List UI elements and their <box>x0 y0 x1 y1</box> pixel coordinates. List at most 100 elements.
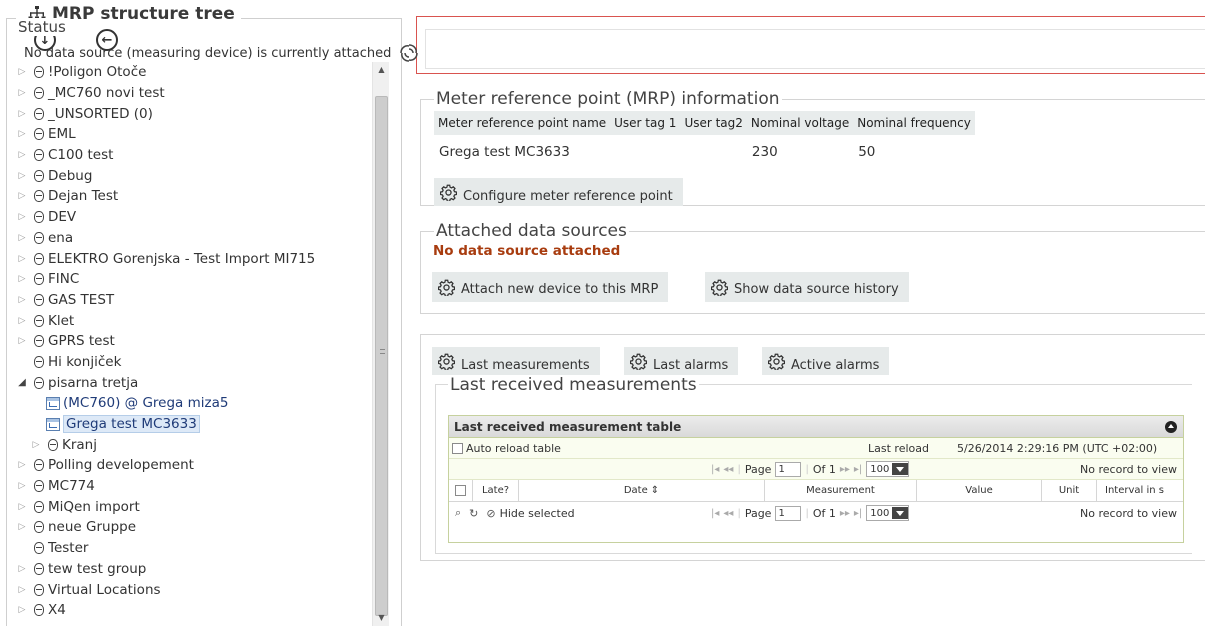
scroll-up-icon[interactable]: ▲ <box>373 62 390 78</box>
expand-triangle-icon[interactable]: ▷ <box>14 274 30 284</box>
grid-footer: ⌕ ↻ ⊘ Hide selected |◂ ◂◂ | Page 1 | Of … <box>449 502 1183 524</box>
show-history-button[interactable]: Show data source history <box>705 272 909 302</box>
col-unit[interactable]: Unit <box>1042 480 1097 501</box>
tree-node[interactable]: Grega test MC3633 <box>14 414 370 435</box>
expand-triangle-icon[interactable]: ▷ <box>14 67 30 77</box>
collapse-icon[interactable] <box>1165 421 1177 433</box>
tree-node-label: MiQen import <box>48 498 140 515</box>
expand-triangle-icon[interactable]: ▷ <box>14 88 30 98</box>
select-all-checkbox[interactable] <box>455 485 466 496</box>
gear-icon <box>630 353 647 370</box>
expand-triangle-icon[interactable]: ▷ <box>14 481 30 491</box>
expand-triangle-icon[interactable]: ▷ <box>14 316 30 326</box>
next-page-icon[interactable]: ▸▸ <box>840 464 850 475</box>
status-panel <box>416 16 1205 74</box>
expand-triangle-icon[interactable]: ▷ <box>14 522 30 532</box>
tree-node[interactable]: Hi konjiček <box>14 352 370 373</box>
tree-node[interactable]: ▷ Klet <box>14 310 370 331</box>
tab-last-alarms[interactable]: Last alarms <box>624 347 739 375</box>
tree-node[interactable]: ▷ neue Gruppe <box>14 517 370 538</box>
tree-node[interactable]: ▷ Polling developement <box>14 455 370 476</box>
tree-node[interactable]: ▷ GPRS test <box>14 331 370 352</box>
expand-triangle-icon[interactable]: ▷ <box>14 233 30 243</box>
tree-node[interactable]: ▷ Dejan Test <box>14 186 370 207</box>
hide-icon[interactable]: ⊘ <box>486 507 495 520</box>
expand-triangle-icon[interactable]: ▷ <box>28 440 44 450</box>
tree-node-label: C100 test <box>48 147 114 164</box>
expand-triangle-icon[interactable]: ▷ <box>14 564 30 574</box>
expand-triangle-icon[interactable]: ▷ <box>14 171 30 181</box>
grid-title: Last received measurement table <box>454 419 682 434</box>
col-late[interactable]: Late? <box>473 480 519 501</box>
tree-node[interactable]: ▷ !Poligon Otoče <box>14 62 370 83</box>
tree-node[interactable]: ▷ _UNSORTED (0) <box>14 103 370 124</box>
expand-triangle-icon[interactable]: ▷ <box>14 502 30 512</box>
tab-last-measurements[interactable]: Last measurements <box>432 347 600 375</box>
tree-node[interactable]: ▷ C100 test <box>14 145 370 166</box>
expand-triangle-icon[interactable]: ▷ <box>14 585 30 595</box>
tree-node[interactable]: Tester <box>14 538 370 559</box>
scroll-thumb[interactable] <box>375 96 388 616</box>
first-page-icon[interactable]: |◂ <box>711 464 719 475</box>
tree-node[interactable]: ▷ Debug <box>14 165 370 186</box>
col-date[interactable]: Date ⇕ <box>519 480 765 501</box>
tree-scrollbar[interactable]: ▲ ▼ <box>372 62 389 626</box>
group-node-icon <box>34 107 44 120</box>
prev-page-icon[interactable]: ◂◂ <box>723 508 733 519</box>
tree-node[interactable]: ▷ _MC760 novi test <box>14 83 370 104</box>
prev-page-icon[interactable]: ◂◂ <box>723 464 733 475</box>
page-label: Page <box>744 506 772 520</box>
page-size-select[interactable]: 100 <box>866 505 910 521</box>
page-size-select[interactable]: 100 <box>866 461 910 477</box>
expand-triangle-icon[interactable]: ▷ <box>14 129 30 139</box>
page-input[interactable]: 1 <box>775 461 802 477</box>
tree-node[interactable]: ▷ tew test group <box>14 559 370 580</box>
expand-triangle-icon[interactable]: ▷ <box>14 254 30 264</box>
mrp-tree-list: ▷ !Poligon Otoče ▷ _MC760 novi test ▷ _UNSORT… <box>14 62 370 626</box>
search-icon[interactable]: ⌕ <box>455 506 461 520</box>
hide-selected-button[interactable]: Hide selected <box>500 507 575 520</box>
expand-triangle-icon[interactable]: ▷ <box>14 605 30 615</box>
expand-triangle-icon[interactable]: ▷ <box>14 150 30 160</box>
tree-node[interactable]: ▷ Kranj <box>14 434 370 455</box>
auto-reload-checkbox[interactable] <box>452 442 463 454</box>
last-page-icon[interactable]: ▸| <box>854 464 862 475</box>
tree-node[interactable]: ▷ MC774 <box>14 476 370 497</box>
col-date-label: Date <box>623 485 648 496</box>
tree-node[interactable]: ◢ pisarna tretja <box>14 372 370 393</box>
page-input[interactable]: 1 <box>775 505 802 521</box>
expand-triangle-icon[interactable]: ▷ <box>14 336 30 346</box>
tree-node[interactable]: ▷ X4 <box>14 600 370 621</box>
configure-mrp-button[interactable]: Configure meter reference point <box>434 178 683 206</box>
tree-node[interactable]: ▷ EML <box>14 124 370 145</box>
tab-active-alarms[interactable]: Active alarms <box>762 347 890 375</box>
tree-node[interactable]: ▷ DEV <box>14 207 370 228</box>
col-measurement[interactable]: Measurement <box>765 480 917 501</box>
tab-last-alarms-label: Last alarms <box>653 357 729 373</box>
expand-triangle-icon[interactable]: ▷ <box>14 212 30 222</box>
tree-node[interactable]: ▷ GAS TEST <box>14 290 370 311</box>
tree-node[interactable]: ▷ FINC <box>14 269 370 290</box>
tree-node[interactable]: ▷ Virtual Locations <box>14 579 370 600</box>
tree-node[interactable]: ▷ MiQen import <box>14 496 370 517</box>
last-page-icon[interactable]: ▸| <box>854 508 862 519</box>
expand-triangle-icon[interactable]: ▷ <box>14 460 30 470</box>
tree-node[interactable]: ▷ ELEKTRO Gorenjska - Test Import MI715 <box>14 248 370 269</box>
tree-node-label: (MC760) @ Grega miza5 <box>63 395 229 412</box>
tree-node[interactable]: (MC760) @ Grega miza5 <box>14 393 370 414</box>
next-page-icon[interactable]: ▸▸ <box>840 508 850 519</box>
expand-triangle-icon[interactable]: ▷ <box>14 109 30 119</box>
expand-triangle-icon[interactable]: ▷ <box>14 191 30 201</box>
scroll-down-icon[interactable]: ▼ <box>373 610 390 626</box>
tree-node[interactable]: ▷ ena <box>14 228 370 249</box>
expand-triangle-icon[interactable]: ▷ <box>14 295 30 305</box>
gear-icon <box>768 353 785 370</box>
refresh-swirl-icon[interactable] <box>399 43 419 63</box>
col-interval[interactable]: Interval in s <box>1097 480 1183 501</box>
expanded-triangle-icon[interactable]: ◢ <box>14 377 30 388</box>
sort-icon: ⇕ <box>650 485 660 496</box>
attach-device-button[interactable]: Attach new device to this MRP <box>432 272 669 302</box>
reload-icon[interactable]: ↻ <box>469 507 478 520</box>
col-value[interactable]: Value <box>917 480 1042 501</box>
first-page-icon[interactable]: |◂ <box>711 508 719 519</box>
